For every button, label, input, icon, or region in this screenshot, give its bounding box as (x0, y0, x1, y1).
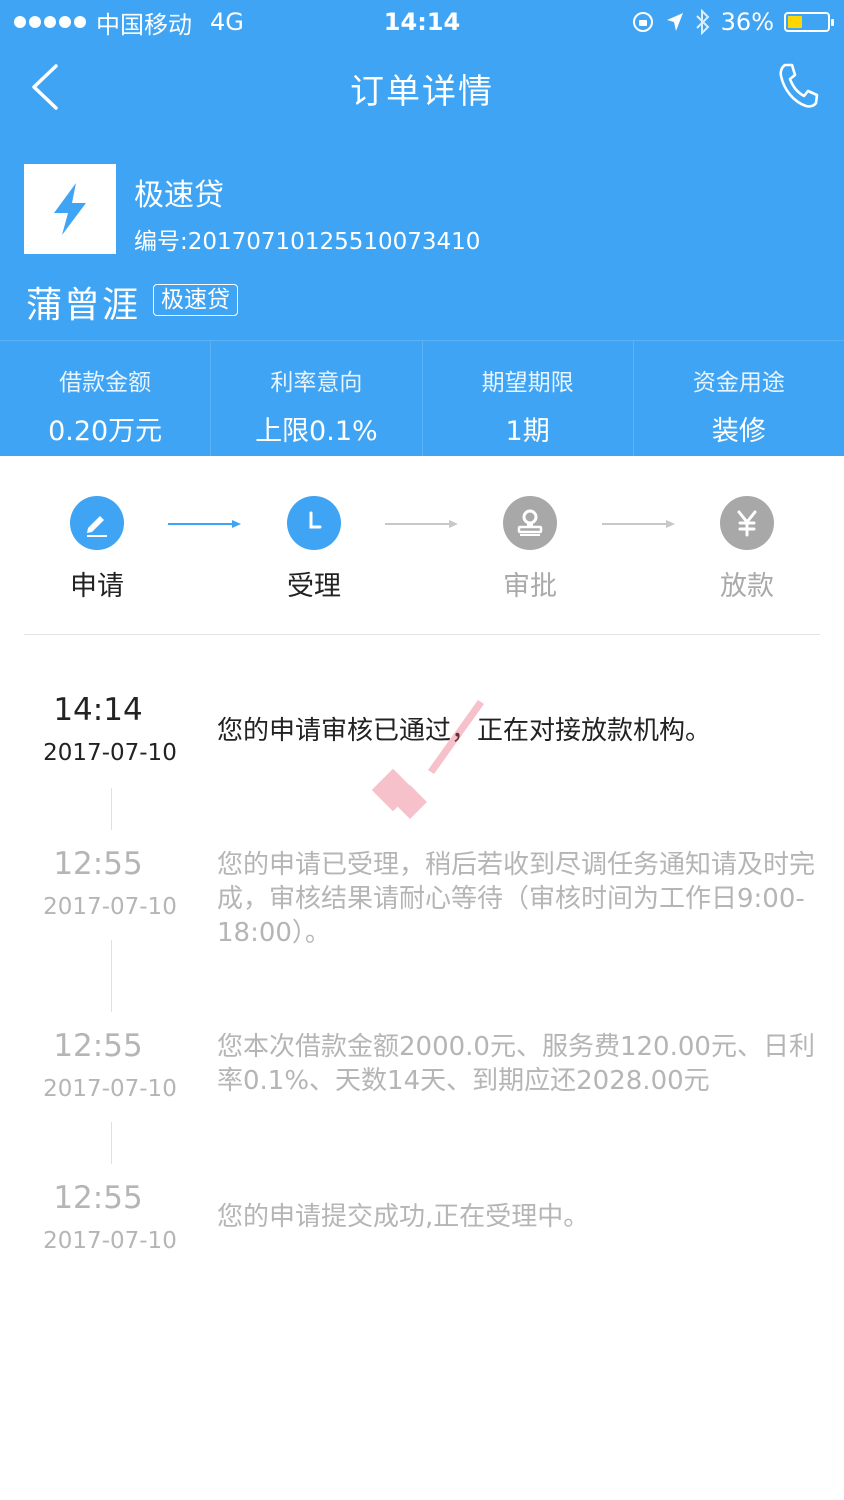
stat-amount: 借款金额 0.20万元 (0, 341, 212, 456)
stat-label: 资金用途 (692, 370, 785, 396)
timeline-date: 2017-07-10 (43, 1228, 177, 1254)
signal-icon (14, 16, 86, 28)
timeline-time: 12:55 (53, 1180, 143, 1216)
timeline-connector (111, 940, 112, 1012)
stat-label: 借款金额 (59, 370, 152, 396)
location-icon (666, 13, 683, 31)
timeline-text: 您的申请已受理，稍后若收到尽调任务通知请及时完成，审核结果请耐心等待（审核时间为… (217, 850, 816, 948)
phone-icon[interactable] (776, 60, 820, 110)
battery-percent: 36% (720, 8, 774, 36)
stat-term: 期望期限 1期 (423, 341, 634, 456)
stat-rate: 利率意向 上限0.1% (211, 341, 423, 456)
watermark-logo (371, 700, 484, 819)
step-label: 放款 (720, 571, 774, 602)
rotation-lock-icon (632, 12, 653, 32)
stamp-icon (517, 509, 543, 536)
status-right: 36% (631, 8, 834, 36)
product-tag: 极速贷 (153, 284, 238, 316)
step-circle (70, 496, 124, 550)
nav-bar: 订单详情 (0, 44, 844, 134)
divider (24, 634, 820, 635)
step-approve: 审批 (470, 496, 590, 603)
battery-fill (788, 16, 802, 28)
product-name: 极速贷 (134, 178, 224, 213)
step-circle (287, 496, 341, 550)
timeline-date: 2017-07-10 (43, 1076, 177, 1102)
carrier: 中国移动 (96, 10, 192, 39)
arrow-icon (385, 520, 458, 528)
page-title: 订单详情 (350, 72, 494, 112)
lightning-icon (54, 183, 86, 235)
timeline-text: 您本次借款金额2000.0元、服务费120.00元、日利率0.1%、天数14天、… (217, 1032, 815, 1096)
status-bar: 中国移动 4G 14:14 36% (0, 0, 844, 44)
yen-icon (737, 510, 757, 537)
step-circle (503, 496, 557, 550)
clock-icon (309, 511, 322, 529)
stat-purpose: 资金用途 装修 (634, 341, 844, 456)
status-left: 中国移动 4G (14, 5, 244, 40)
stat-value: 装修 (711, 416, 766, 447)
step-label: 审批 (503, 571, 557, 602)
progress-steps: 申请 受理 审批 放款 (0, 456, 844, 636)
arrow-icon (602, 520, 675, 528)
timeline-time: 12:55 (53, 1028, 143, 1064)
order-number: 编号:20170710125510073410 (134, 229, 481, 255)
stat-value: 1期 (505, 416, 550, 447)
arrow-icon (168, 520, 241, 528)
step-label: 申请 (70, 571, 124, 602)
timeline-date: 2017-07-10 (43, 894, 177, 920)
stat-value: 上限0.1% (255, 416, 378, 447)
timeline-time: 14:14 (53, 692, 143, 728)
pencil-icon (87, 516, 107, 537)
product-logo (24, 164, 116, 254)
timeline-date: 2017-07-10 (43, 740, 177, 766)
loan-stats: 借款金额 0.20万元 利率意向 上限0.1% 期望期限 1期 资金用途 装修 (0, 340, 844, 456)
step-apply: 申请 (37, 496, 157, 603)
timeline-text: 您的申请审核已通过，正在对接放款机构。 (217, 714, 817, 748)
timeline-time: 12:55 (53, 846, 143, 882)
timeline-connector (111, 788, 112, 830)
network-type: 4G (210, 8, 244, 36)
timeline-text: 您的申请提交成功,正在受理中。 (217, 1202, 590, 1232)
step-accept: 受理 (254, 496, 374, 603)
bluetooth-icon (695, 9, 710, 35)
stat-label: 利率意向 (270, 370, 363, 396)
battery-icon (784, 12, 834, 32)
stat-label: 期望期限 (481, 370, 574, 396)
product-header: 极速贷 编号:20170710125510073410 蒲曾涯 极速贷 (0, 134, 844, 340)
step-circle (720, 496, 774, 550)
timeline-connector (111, 1122, 112, 1164)
step-label: 受理 (287, 571, 341, 602)
step-disburse: 放款 (687, 496, 807, 603)
stat-value: 0.20万元 (48, 416, 163, 447)
applicant-name: 蒲曾涯 (26, 285, 141, 326)
